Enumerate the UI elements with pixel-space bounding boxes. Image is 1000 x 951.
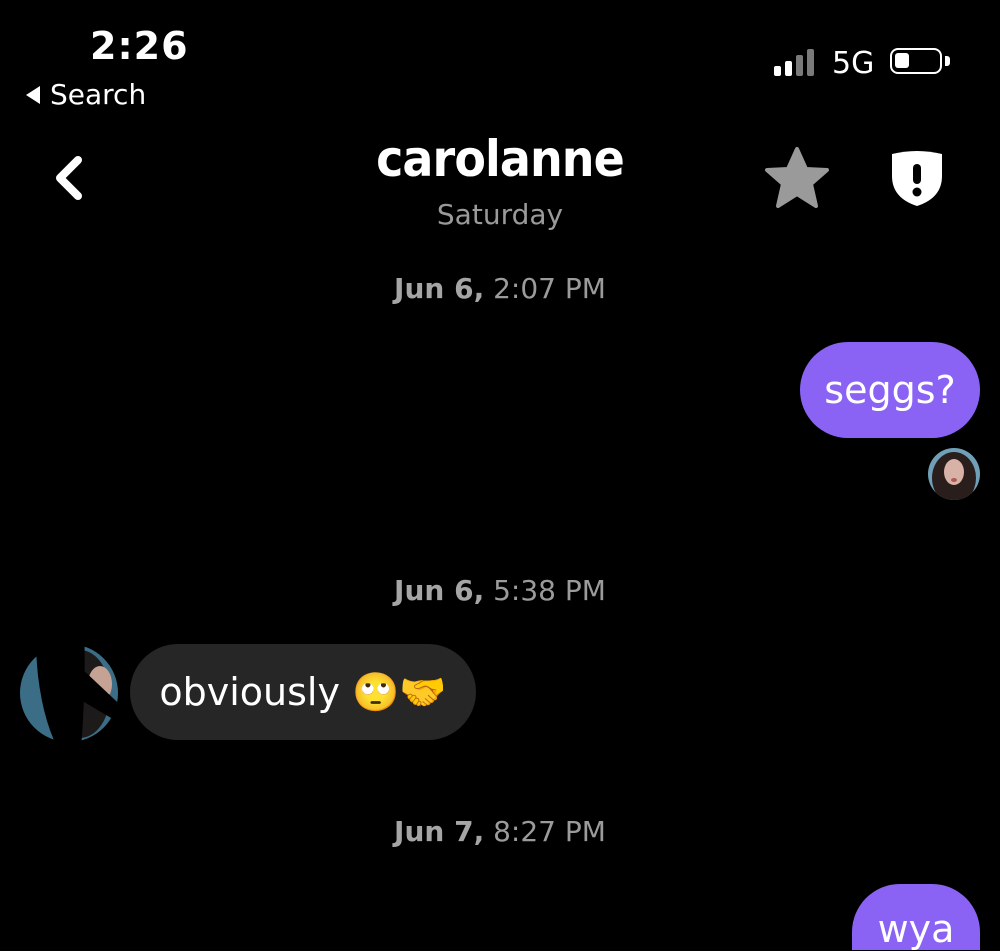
signal-strength-icon bbox=[774, 48, 814, 76]
timestamp-date: Jun 7, bbox=[394, 815, 485, 848]
timestamp-time: 2:07 PM bbox=[493, 272, 606, 305]
timestamp-date: Jun 6, bbox=[394, 574, 485, 607]
message-timestamp: Jun 6, 5:38 PM bbox=[0, 574, 1000, 607]
timestamp-time: 8:27 PM bbox=[493, 815, 606, 848]
incoming-message-bubble[interactable]: obviously 🙄🤝 bbox=[130, 644, 476, 740]
shield-alert-icon[interactable] bbox=[886, 148, 948, 208]
timestamp-time: 5:38 PM bbox=[493, 574, 606, 607]
outgoing-message-bubble[interactable]: wya bbox=[852, 884, 980, 950]
status-time: 2:26 bbox=[90, 24, 189, 68]
back-to-search-link[interactable]: Search bbox=[26, 78, 146, 111]
star-icon[interactable] bbox=[764, 146, 830, 210]
message-timestamp: Jun 6, 2:07 PM bbox=[0, 272, 1000, 305]
my-avatar bbox=[928, 448, 980, 500]
outgoing-message-bubble[interactable]: seggs? bbox=[800, 342, 980, 438]
timestamp-date: Jun 6, bbox=[394, 272, 485, 305]
last-active-status: Saturday bbox=[436, 198, 564, 231]
network-type: 5G bbox=[832, 46, 875, 81]
battery-icon bbox=[890, 48, 942, 74]
battery-cap bbox=[945, 56, 950, 66]
back-app-label: Search bbox=[50, 78, 147, 111]
message-timestamp: Jun 7, 8:27 PM bbox=[0, 815, 1000, 848]
back-triangle-icon bbox=[26, 85, 40, 104]
